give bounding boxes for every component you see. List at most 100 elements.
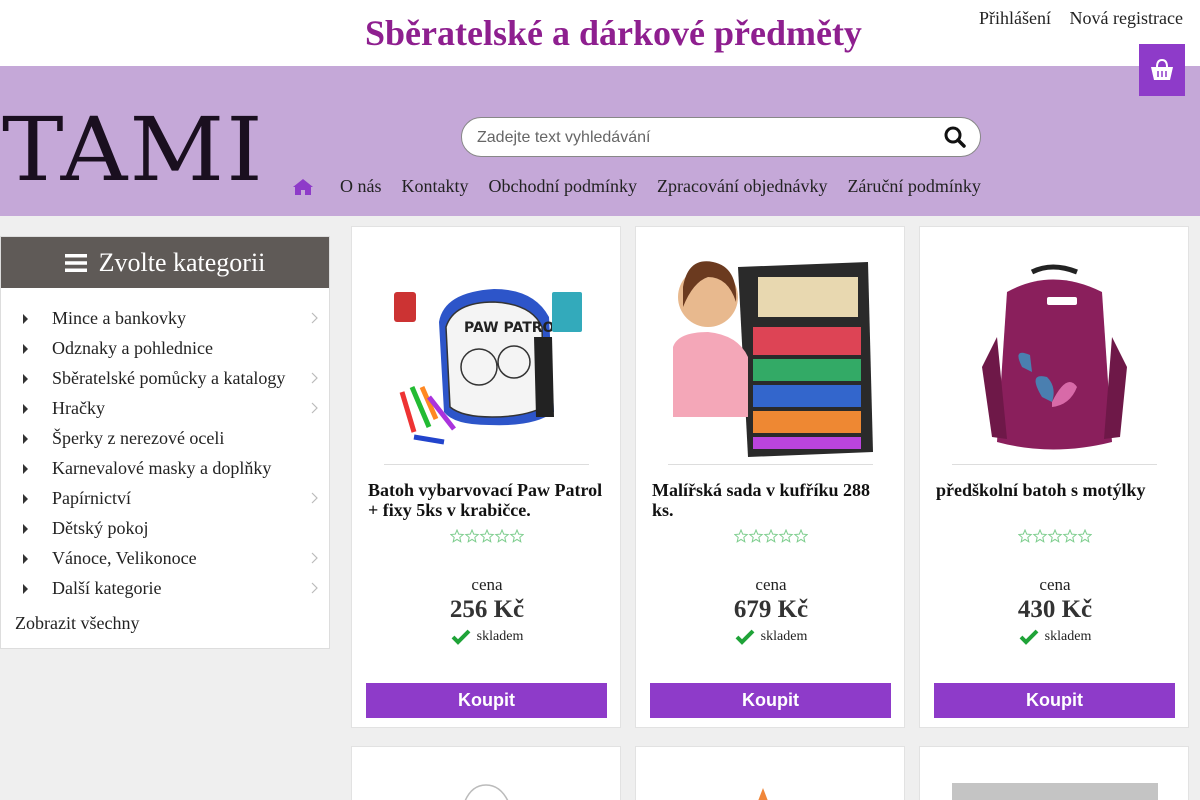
product-image[interactable]: [352, 747, 622, 800]
chevron-right-icon: [311, 582, 318, 594]
nav-contacts[interactable]: Kontakty: [402, 176, 469, 197]
product-card: PAW PATROL! Batoh vybarvovací Paw Patrol…: [351, 226, 621, 728]
chevron-right-icon: [311, 492, 318, 504]
category-label: Šperky z nerezové oceli: [52, 428, 225, 448]
star-icon: [748, 529, 764, 543]
product-title[interactable]: Batoh vybarvovací Paw Patrol + fixy 5ks …: [368, 480, 608, 520]
category-item[interactable]: Mince a bankovky: [1, 303, 329, 333]
chevron-right-icon: [311, 312, 318, 324]
main-nav: O nás Kontakty Obchodní podmínky Zpracov…: [292, 176, 1001, 197]
star-icon: [1032, 529, 1048, 543]
shopping-bag-icon: [1151, 58, 1173, 80]
category-label: Další kategorie: [52, 578, 162, 598]
backpack-image: PAW PATROL!: [384, 247, 589, 464]
show-all-link[interactable]: Zobrazit všechny: [1, 613, 329, 634]
category-item[interactable]: Sběratelské pomůcky a katalogy: [1, 363, 329, 393]
product-image[interactable]: [952, 247, 1157, 465]
stock-label: skladem: [476, 629, 524, 645]
category-label: Mince a bankovky: [52, 308, 186, 328]
caret-right-icon: [23, 494, 28, 504]
stock-label: skladem: [760, 629, 808, 645]
menu-icon: [64, 253, 87, 272]
checkmark-icon: [1019, 629, 1039, 645]
category-item[interactable]: Papírnictví: [1, 483, 329, 513]
product-card: [351, 746, 621, 800]
category-heading[interactable]: Zvolte kategorii: [1, 237, 329, 288]
cart-button[interactable]: [1139, 44, 1185, 96]
star-icon: [509, 529, 524, 543]
product-title[interactable]: Malířská sada v kufříku 288 ks.: [652, 480, 892, 520]
buy-button[interactable]: Koupit: [934, 683, 1175, 718]
product-image[interactable]: [920, 747, 1190, 800]
buy-button[interactable]: Koupit: [366, 683, 607, 718]
chevron-right-icon: [311, 402, 318, 414]
category-item[interactable]: Další kategorie: [1, 573, 329, 603]
product-image[interactable]: [668, 247, 873, 465]
product-price: 679 Kč: [733, 596, 809, 623]
chevron-right-icon: [311, 552, 318, 564]
stock-status: skladem: [920, 629, 1190, 645]
price-label: cena: [471, 575, 503, 594]
account-links: Přihlášení Nová registrace: [965, 8, 1183, 29]
logo[interactable]: TAMI: [0, 94, 263, 194]
stock-status: skladem: [352, 629, 622, 645]
caret-right-icon: [23, 404, 28, 414]
product-image[interactable]: [636, 747, 906, 800]
star-icon: [464, 529, 480, 543]
category-item[interactable]: Karnevalové masky a doplňky: [1, 453, 329, 483]
product-price: 256 Kč: [449, 596, 525, 623]
category-item[interactable]: Odznaky a pohlednice: [1, 333, 329, 363]
category-label: Dětský pokoj: [52, 518, 149, 538]
product-title[interactable]: předškolní batoh s motýlky: [936, 480, 1176, 500]
home-icon[interactable]: [292, 178, 314, 196]
rating-stars-icon: [450, 529, 524, 543]
category-heading-label: Zvolte kategorii: [98, 247, 266, 277]
nav-terms[interactable]: Obchodní podmínky: [489, 176, 638, 197]
product-price: 430 Kč: [1017, 596, 1093, 623]
star-icon: [734, 529, 749, 543]
login-link[interactable]: Přihlášení: [979, 8, 1051, 28]
product-card: [635, 746, 905, 800]
nav-order-processing[interactable]: Zpracování objednávky: [657, 176, 827, 197]
category-sidebar: Zvolte kategorii Mince a bankovky Odznak…: [0, 236, 330, 649]
top-bar: Sběratelské a dárkové předměty Přihlášen…: [0, 0, 1200, 66]
category-label: Papírnictví: [52, 488, 131, 508]
search-icon[interactable]: [944, 126, 966, 148]
caret-right-icon: [23, 314, 28, 324]
caret-right-icon: [23, 434, 28, 444]
header-band: TAMI O nás Kontakty Obchodní podmínky Zp…: [0, 44, 1200, 216]
product-card: [919, 746, 1189, 800]
price-label: cena: [1039, 575, 1071, 594]
caret-right-icon: [23, 344, 28, 354]
star-icon: [1047, 529, 1063, 543]
category-item[interactable]: Dětský pokoj: [1, 513, 329, 543]
category-label: Odznaky a pohlednice: [52, 338, 213, 358]
star-icon: [494, 529, 510, 543]
star-icon: [763, 529, 779, 543]
price-label: cena: [755, 575, 787, 594]
search-bar: [461, 117, 981, 157]
nav-warranty[interactable]: Záruční podmínky: [847, 176, 980, 197]
rating-stars-icon: [1018, 529, 1092, 543]
rating-stars-icon: [734, 529, 808, 543]
buy-button[interactable]: Koupit: [650, 683, 891, 718]
caret-right-icon: [23, 524, 28, 534]
checkmark-icon: [735, 629, 755, 645]
category-item[interactable]: Šperky z nerezové oceli: [1, 423, 329, 453]
category-item[interactable]: Vánoce, Velikonoce: [1, 543, 329, 573]
logo-text: TAMI: [2, 98, 265, 201]
search-input[interactable]: [477, 127, 927, 149]
nav-about[interactable]: O nás: [340, 176, 382, 197]
site-title: Sběratelské a dárkové předměty: [365, 13, 862, 53]
caret-right-icon: [23, 584, 28, 594]
art-set-image: [668, 247, 873, 464]
category-label: Karnevalové masky a doplňky: [52, 458, 272, 478]
product-image[interactable]: PAW PATROL!: [384, 247, 589, 465]
category-list: Mince a bankovky Odznaky a pohlednice Sb…: [1, 288, 329, 603]
star-icon: [793, 529, 808, 543]
star-icon: [1018, 529, 1033, 543]
category-item[interactable]: Hračky: [1, 393, 329, 423]
register-link[interactable]: Nová registrace: [1070, 8, 1183, 28]
star-icon: [1077, 529, 1092, 543]
star-icon: [778, 529, 794, 543]
